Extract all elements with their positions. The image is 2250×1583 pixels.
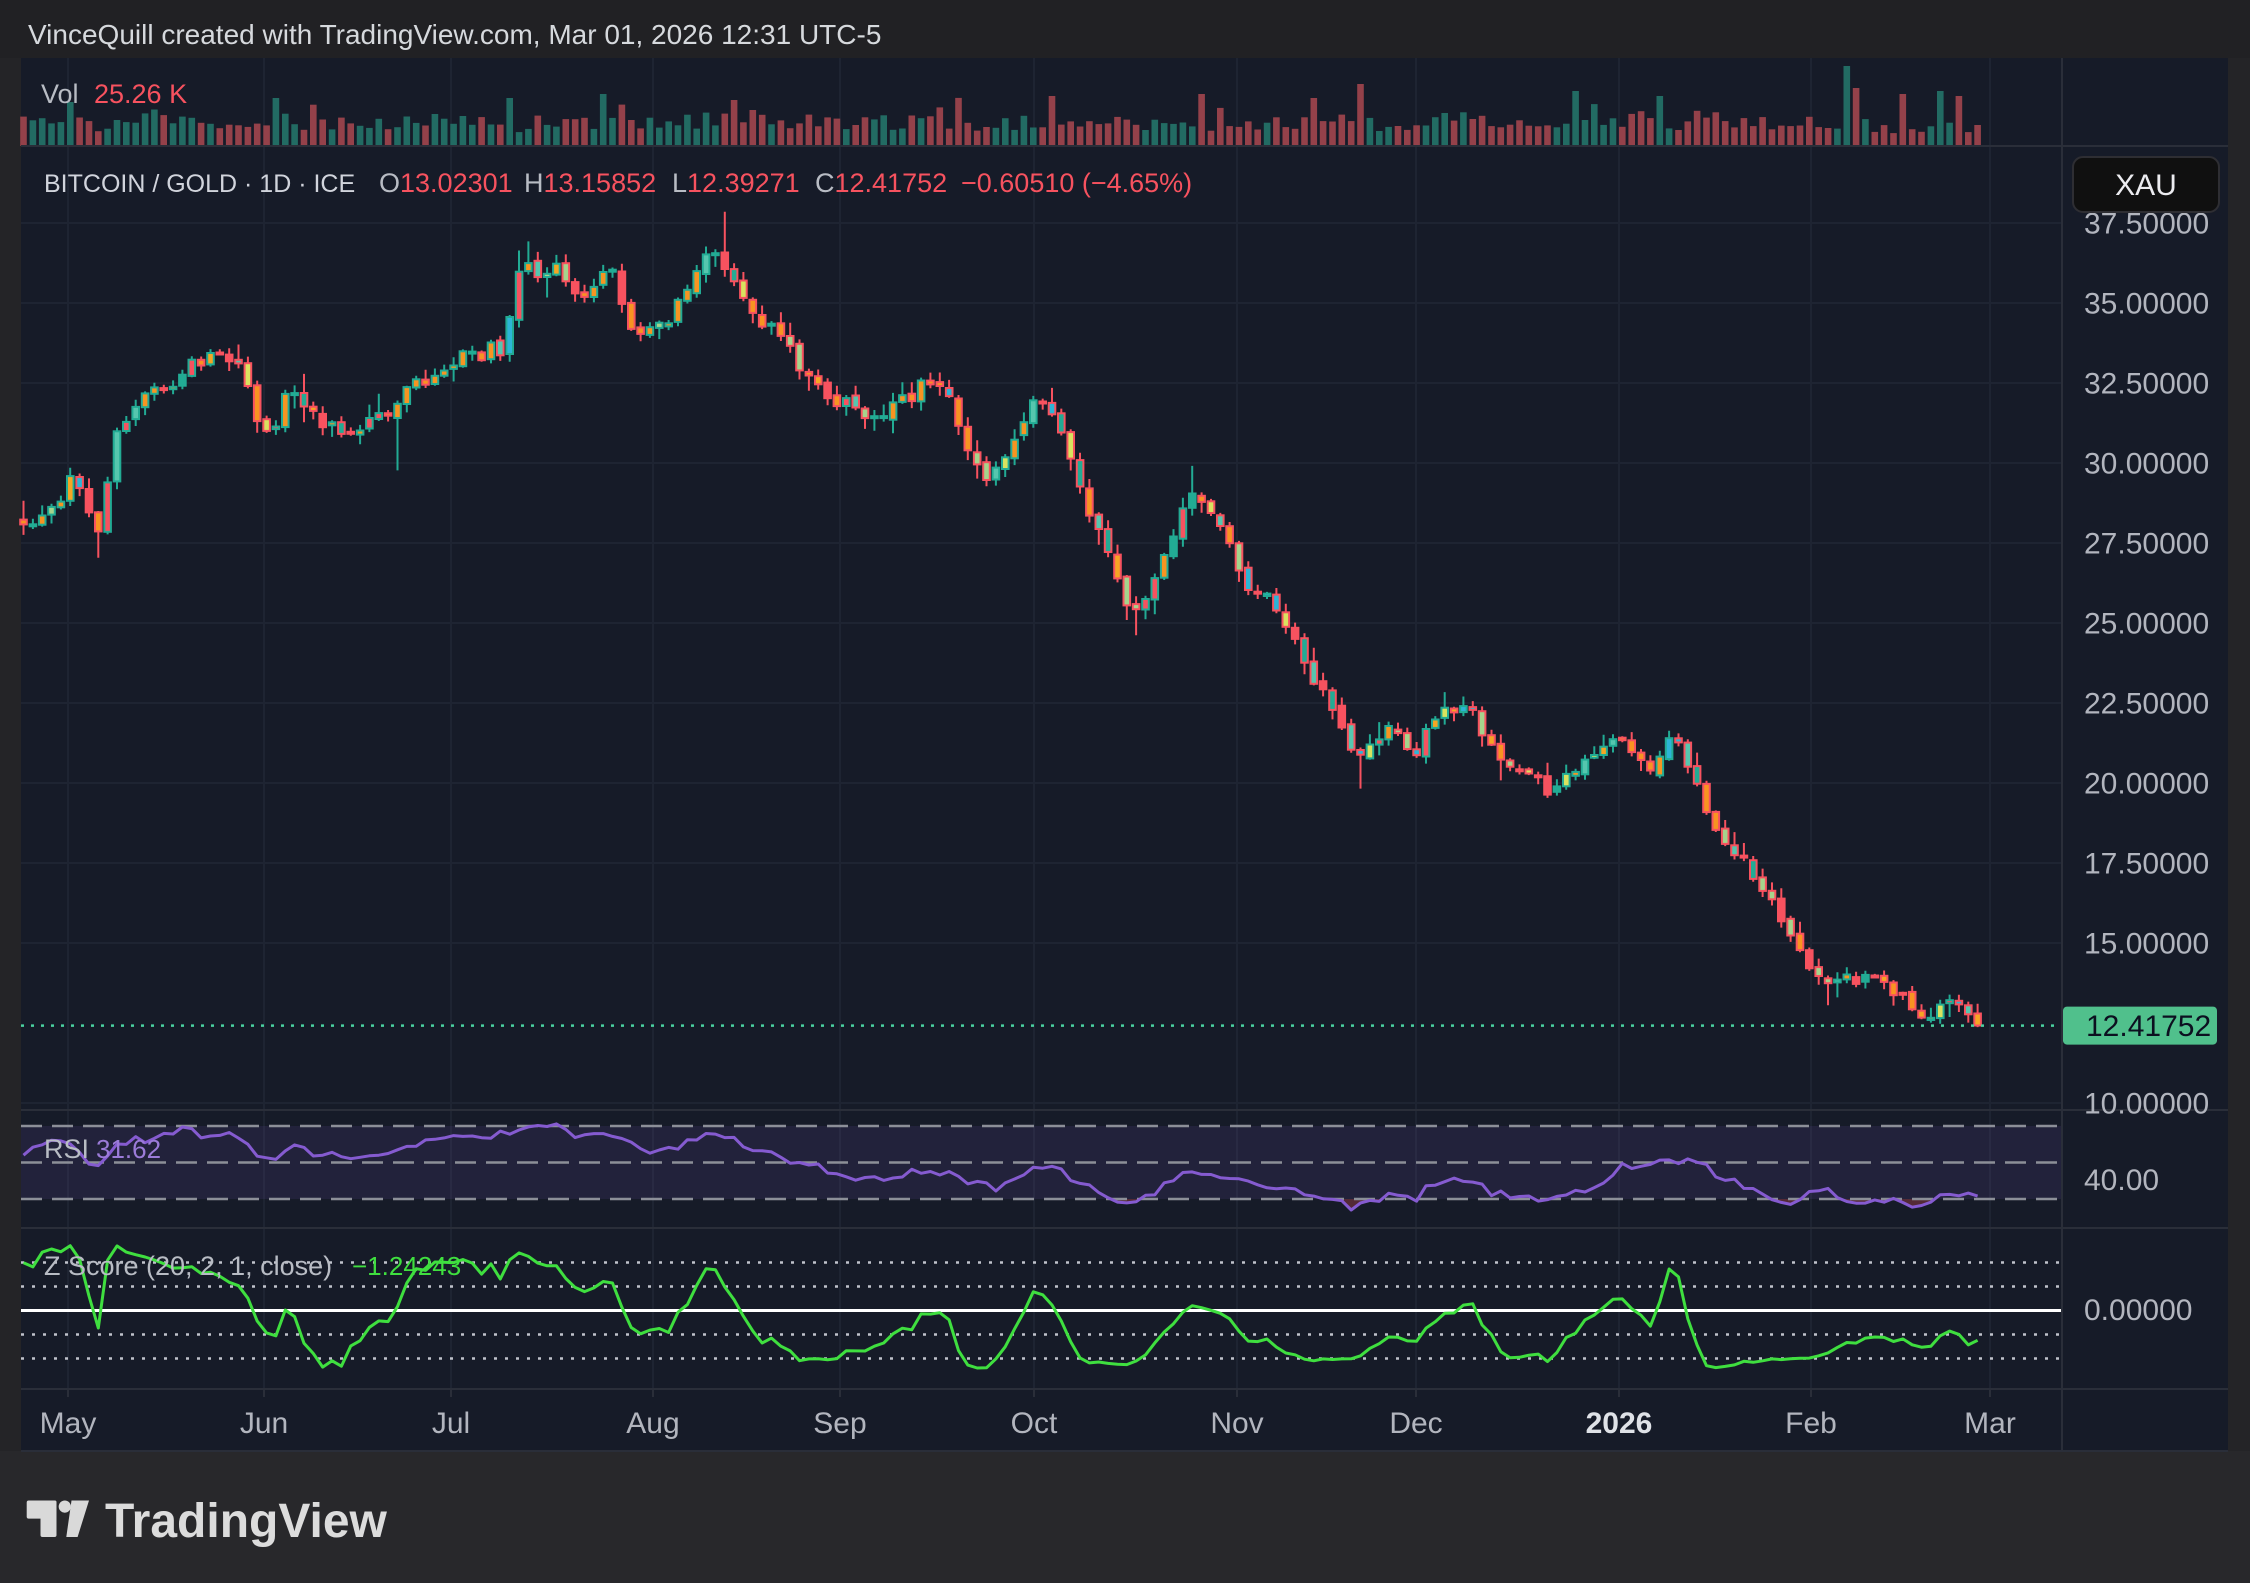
svg-text:O13.02301: O13.02301: [379, 168, 513, 198]
svg-text:Dec: Dec: [1389, 1407, 1442, 1440]
svg-text:Sep: Sep: [813, 1407, 866, 1440]
svg-text:Z Score (20, 2, 1, close): Z Score (20, 2, 1, close): [44, 1251, 332, 1281]
svg-text:XAU: XAU: [2115, 169, 2177, 202]
svg-text:2026: 2026: [1586, 1407, 1653, 1440]
svg-text:25.26 K: 25.26 K: [94, 79, 187, 109]
svg-text:32.50000: 32.50000: [2084, 368, 2209, 401]
svg-text:C12.41752: C12.41752: [815, 168, 947, 198]
svg-text:15.00000: 15.00000: [2084, 928, 2209, 961]
svg-text:17.50000: 17.50000: [2084, 848, 2209, 881]
svg-text:27.50000: 27.50000: [2084, 528, 2209, 561]
svg-text:0.00000: 0.00000: [2084, 1294, 2192, 1327]
svg-text:20.00000: 20.00000: [2084, 768, 2209, 801]
svg-text:TradingView: TradingView: [105, 1495, 388, 1548]
svg-text:Feb: Feb: [1785, 1407, 1837, 1440]
svg-text:H13.15852: H13.15852: [524, 168, 656, 198]
svg-text:12.41752: 12.41752: [2086, 1010, 2211, 1043]
svg-text:Aug: Aug: [626, 1407, 679, 1440]
svg-text:−0.60510 (−4.65%): −0.60510 (−4.65%): [961, 168, 1192, 198]
svg-text:BITCOIN / GOLD · 1D · ICE: BITCOIN / GOLD · 1D · ICE: [44, 170, 355, 198]
svg-text:RSI: RSI: [44, 1134, 89, 1164]
svg-text:25.00000: 25.00000: [2084, 608, 2209, 641]
svg-text:L12.39271: L12.39271: [672, 168, 800, 198]
svg-text:30.00000: 30.00000: [2084, 448, 2209, 481]
svg-text:31.62: 31.62: [96, 1134, 161, 1164]
svg-text:Vol: Vol: [41, 79, 79, 109]
svg-text:35.00000: 35.00000: [2084, 288, 2209, 321]
svg-text:Jul: Jul: [432, 1407, 470, 1440]
svg-text:Nov: Nov: [1210, 1407, 1263, 1440]
svg-text:Jun: Jun: [240, 1407, 288, 1440]
svg-text:22.50000: 22.50000: [2084, 688, 2209, 721]
svg-text:−1.24243: −1.24243: [352, 1251, 461, 1281]
svg-text:VinceQuill created with Tradin: VinceQuill created with TradingView.com,…: [28, 19, 881, 50]
svg-text:10.00000: 10.00000: [2084, 1088, 2209, 1121]
svg-text:40.00: 40.00: [2084, 1164, 2159, 1197]
svg-text:Mar: Mar: [1964, 1407, 2016, 1440]
svg-text:May: May: [40, 1407, 97, 1440]
svg-text:Oct: Oct: [1011, 1407, 1058, 1440]
